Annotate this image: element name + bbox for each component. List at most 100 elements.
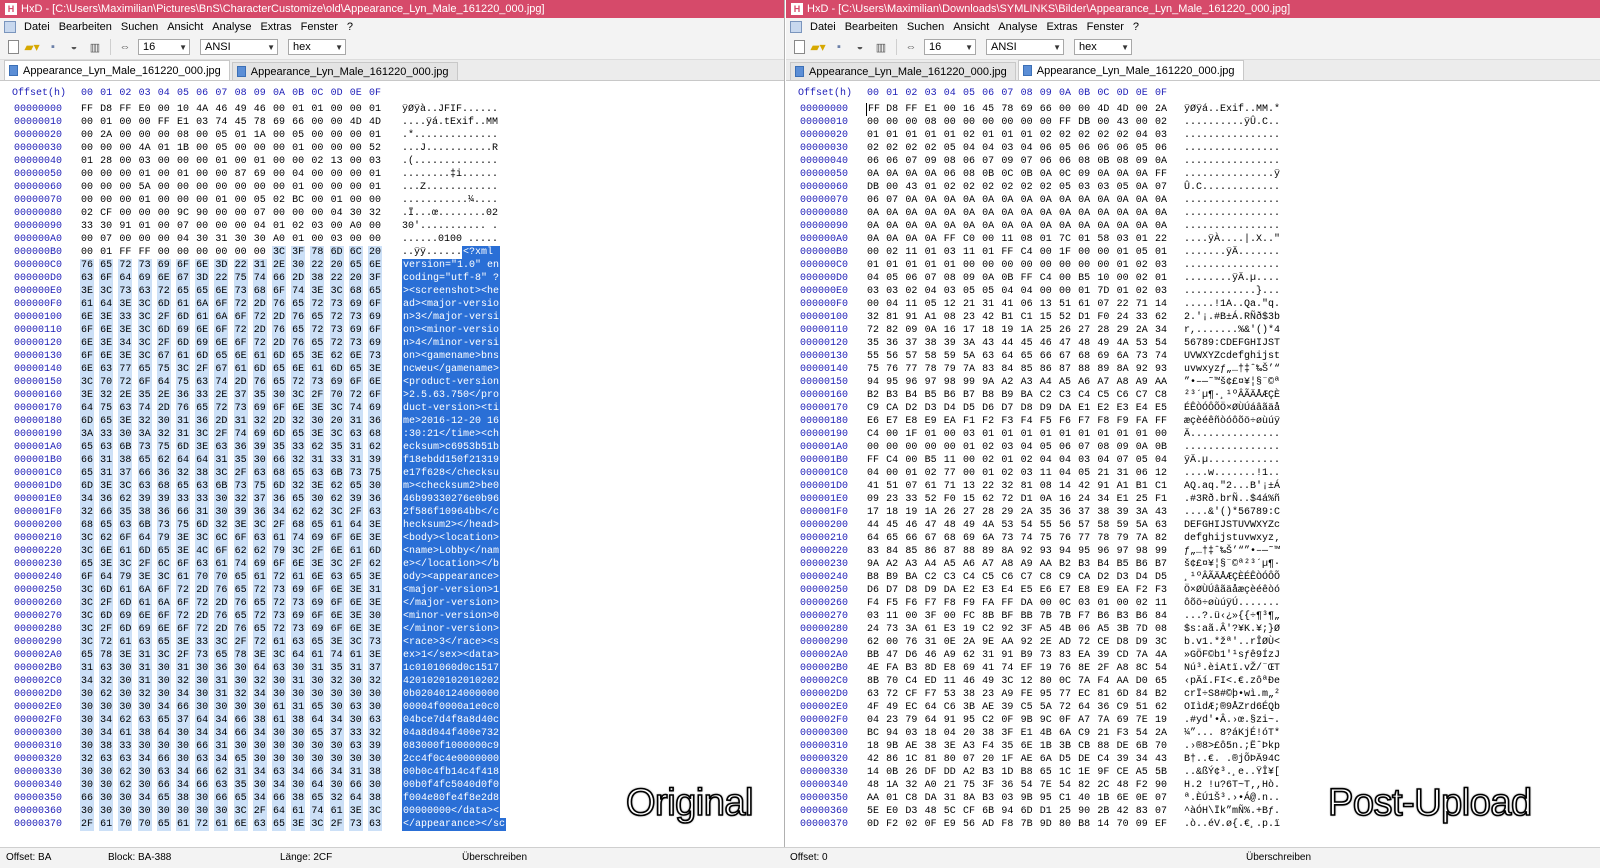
hex-byte[interactable]: 35 [329,662,344,675]
hex-byte[interactable]: 10 [1096,272,1110,285]
hex-byte[interactable]: C8 [904,792,918,805]
hex-byte[interactable]: 95 [1039,792,1053,805]
hex-byte[interactable]: 3E [118,298,133,311]
hex-byte[interactable]: 6D [272,428,286,441]
hex-byte[interactable]: 19 [1039,662,1053,675]
hex-byte[interactable]: 3C [329,428,344,441]
hex-byte[interactable]: 00 [943,428,957,441]
hex-byte[interactable]: 77 [904,363,918,376]
hex-byte[interactable]: 0A [1135,441,1149,454]
hex-byte[interactable]: 18 [981,324,995,337]
hex-byte[interactable]: 70 [118,818,133,831]
hex-byte[interactable]: 37 [118,467,133,480]
hex-byte[interactable]: 69 [368,337,382,350]
hex-byte[interactable]: 65 [233,753,248,766]
hex-byte[interactable]: 08 [1116,155,1130,168]
hex-byte[interactable]: 38 [195,467,210,480]
hex-byte[interactable]: 7E [1135,714,1149,727]
hex-byte[interactable]: 3E [348,610,363,623]
hex-byte[interactable]: 6D [195,519,210,532]
hex-byte[interactable]: 05 [1135,142,1149,155]
hex-byte[interactable]: 65 [137,454,152,467]
hex-byte[interactable]: 75 [1039,532,1053,545]
hex-byte[interactable]: F2 [1135,584,1149,597]
hex-byte[interactable]: 30 [80,714,94,727]
hex-byte[interactable]: 1B [1096,792,1110,805]
hex-byte[interactable]: CF [962,805,976,818]
hex-byte[interactable]: 63 [272,662,286,675]
hex-byte[interactable]: 0A [1135,207,1149,220]
hex-byte[interactable]: 04 [924,285,938,298]
hex-byte[interactable]: 0A [962,207,976,220]
hex-byte[interactable]: 00 [885,636,899,649]
hex-byte[interactable]: 10 [176,103,190,116]
hex-byte[interactable]: 6A [214,311,229,324]
hex-byte[interactable]: 03 [310,220,324,233]
hex-byte[interactable]: 00 [157,103,171,116]
hex-byte[interactable]: 73 [156,519,171,532]
hex-byte[interactable]: 61 [291,805,306,818]
hex-byte[interactable]: C3 [943,571,957,584]
hex-byte[interactable]: FF [80,103,94,116]
menu-help[interactable]: ? [347,21,353,33]
hex-byte[interactable]: 64 [866,532,880,545]
hex-byte[interactable]: F2 [885,818,899,831]
hex-byte[interactable]: 6D [329,246,344,259]
hex-byte[interactable]: 19 [962,623,976,636]
hex-byte[interactable]: 30 [252,740,267,753]
hex-byte[interactable]: 0B [981,168,995,181]
hex-byte[interactable]: FA [981,597,995,610]
hex-byte[interactable]: 6F [329,532,344,545]
hex-byte[interactable]: 83 [1135,805,1149,818]
hex-byte[interactable]: 65 [99,259,114,272]
hex-byte[interactable]: 66 [156,779,171,792]
hex-byte[interactable]: 79 [156,532,171,545]
hex-byte[interactable]: D3 [924,402,938,415]
hex-byte[interactable]: 6D [176,441,190,454]
hex-byte[interactable]: 31 [233,415,248,428]
hex-byte[interactable]: 32 [214,519,229,532]
hex-byte[interactable]: 51 [885,480,899,493]
hex-byte[interactable]: 74 [1000,662,1014,675]
hex-byte[interactable]: 05 [1135,246,1149,259]
hex-byte[interactable]: 66 [99,506,114,519]
hex-byte[interactable]: 3B [962,701,976,714]
hex-byte[interactable]: A7 [1077,714,1091,727]
hex-row[interactable]: 00000080 02 CF 00 00 00 9C 90 00 00 07 00 00 00 04 30 32… [0,207,784,220]
hex-byte[interactable]: 99 [1154,545,1168,558]
hex-byte[interactable]: 3C [80,623,94,636]
hex-byte[interactable]: 01 [1000,129,1014,142]
hex-row[interactable]: 000000F0 00 04 11 05 12 21 31 41 06 13 51 61 07 22 71 14… [786,298,1600,311]
hex-byte[interactable]: 05 [214,129,228,142]
hex-byte[interactable]: 30 [156,740,171,753]
hex-byte[interactable]: 09 [924,155,938,168]
bytes-per-row-select[interactable]: 16 ▼ [138,39,190,55]
hex-byte[interactable]: CF [904,688,918,701]
hex-byte[interactable]: 65 [291,467,306,480]
hex-byte[interactable]: 75 [176,519,190,532]
hex-byte[interactable]: 63 [368,818,382,831]
hex-byte[interactable]: EC [1077,688,1091,701]
hex-byte[interactable]: 64 [310,779,325,792]
hex-byte[interactable]: 49 [1096,337,1110,350]
menu-fenster[interactable]: Fenster [301,21,338,33]
hex-byte[interactable]: 72 [1077,636,1091,649]
hex-byte[interactable]: 13 [1039,298,1053,311]
hex-byte[interactable]: 30 [137,740,152,753]
hex-byte[interactable]: 33 [176,493,190,506]
hex-byte[interactable]: 4E [866,662,880,675]
hex-byte[interactable]: 03 [195,116,209,129]
hex-byte[interactable]: 6E [233,350,248,363]
hex-byte[interactable]: 30 [368,753,382,766]
hex-byte[interactable]: B9 [885,571,899,584]
hex-byte[interactable]: 61 [329,519,344,532]
hex-byte[interactable]: 6E [80,363,94,376]
hex-byte[interactable]: 35 [233,454,248,467]
hex-byte[interactable]: 31 [981,649,995,662]
hex-byte[interactable]: 64 [195,454,210,467]
hex-byte[interactable]: 15 [962,493,976,506]
hex-byte[interactable]: 0A [1154,194,1168,207]
hex-byte[interactable]: 2B [1096,805,1110,818]
hex-byte[interactable]: 00 [904,454,918,467]
hex-byte[interactable]: 30 [291,727,306,740]
